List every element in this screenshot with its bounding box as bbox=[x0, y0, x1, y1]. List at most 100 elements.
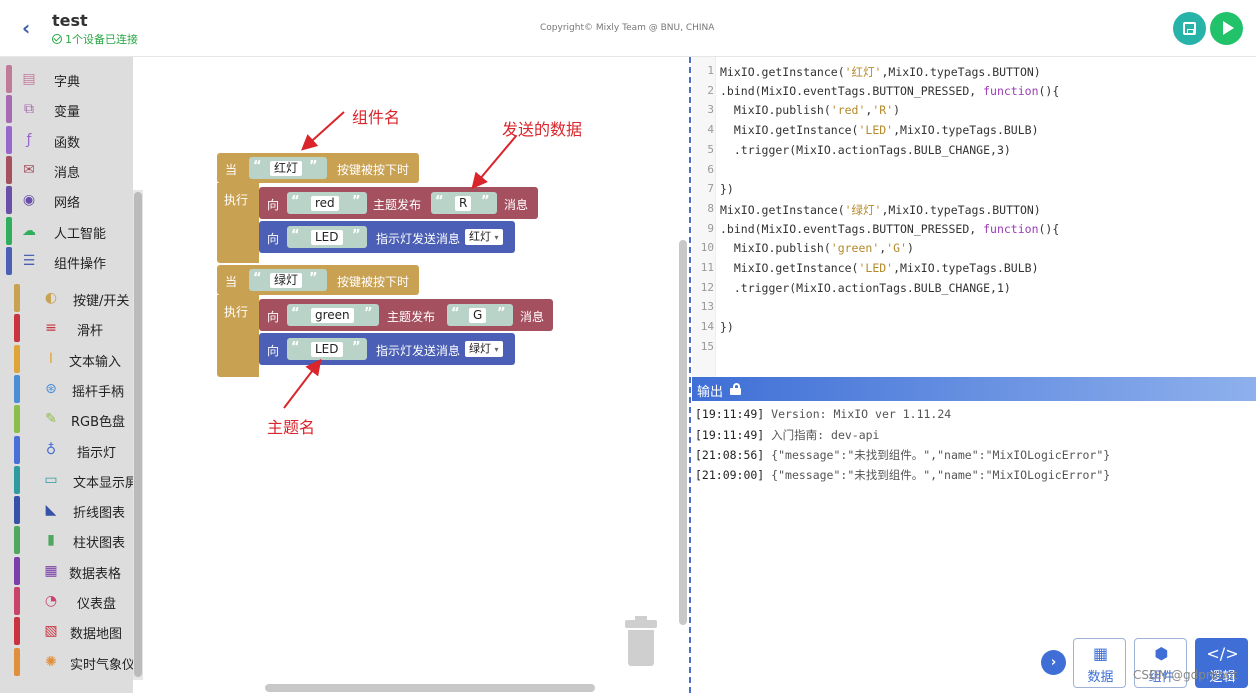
code-line[interactable]: MixIO.publish('red','R') bbox=[720, 103, 900, 117]
list-icon: ☰ bbox=[22, 252, 36, 269]
workspace-horizontal-scrollbar[interactable] bbox=[265, 684, 595, 692]
category-color-bar bbox=[14, 465, 20, 494]
expand-button[interactable]: › bbox=[1041, 650, 1066, 675]
topic-string-block[interactable]: “ green ” bbox=[287, 304, 379, 326]
line-number: 7 bbox=[707, 182, 714, 196]
topic-value[interactable]: green bbox=[311, 308, 354, 323]
code-line[interactable]: MixIO.getInstance('LED',MixIO.typeTags.B… bbox=[720, 261, 1039, 275]
category-color-bar bbox=[14, 617, 20, 646]
bulb-dropdown[interactable]: 红灯 ▾ bbox=[465, 229, 503, 245]
category-color-bar bbox=[14, 526, 20, 555]
toolbox-category-item[interactable]: ⧉ 变量 bbox=[0, 95, 133, 124]
code-line[interactable]: MixIO.publish('green','G') bbox=[720, 241, 914, 255]
code-line[interactable]: MixIO.getInstance('绿灯',MixIO.typeTags.BU… bbox=[720, 202, 1041, 218]
component-name-value[interactable]: 红灯 bbox=[270, 161, 303, 176]
toolbox-component-item[interactable]: ◔ 仪表盘 bbox=[0, 587, 133, 615]
log-time: [21:09:00] bbox=[695, 468, 772, 482]
led-value[interactable]: LED bbox=[311, 230, 343, 245]
publish-block[interactable]: 向 “ red ” 主题发布 “ R ” 消息 bbox=[259, 187, 538, 219]
event-do-body[interactable]: 执行 bbox=[217, 295, 259, 377]
save-button[interactable] bbox=[1173, 12, 1206, 45]
quote-open: “ bbox=[451, 306, 460, 321]
run-button[interactable] bbox=[1210, 12, 1243, 45]
category-color-bar bbox=[14, 284, 20, 312]
led-value[interactable]: LED bbox=[311, 342, 343, 357]
back-button[interactable]: ‹ bbox=[22, 16, 42, 40]
toolbox-component-item[interactable]: ▦ 数据表格 bbox=[0, 556, 133, 585]
code-line[interactable]: MixIO.getInstance('LED',MixIO.typeTags.B… bbox=[720, 123, 1039, 137]
led-string-block[interactable]: “ LED ” bbox=[287, 338, 367, 360]
toolbox-category-item[interactable]: ☰ 组件操作 bbox=[0, 246, 133, 275]
toolbox-component-item[interactable]: ▮ 柱状图表 bbox=[0, 526, 133, 555]
code-line[interactable]: .trigger(MixIO.actionTags.BULB_CHANGE,3) bbox=[720, 143, 1011, 157]
toolbox-component-item[interactable]: ◐ 按键/开关 bbox=[0, 284, 133, 312]
component-name-value[interactable]: 绿灯 bbox=[270, 273, 303, 288]
toolbox-component-item[interactable]: ≡ 滑杆 bbox=[0, 314, 133, 343]
data-string-block[interactable]: “ G ” bbox=[447, 304, 513, 326]
code-line[interactable]: }) bbox=[720, 182, 734, 196]
toolbox-component-item[interactable]: ✺ 实时气象仪 bbox=[0, 647, 133, 676]
quote-close: ” bbox=[497, 306, 506, 321]
toolbox-category-item[interactable]: ☁ 人工智能 bbox=[0, 216, 133, 245]
toolbox-component-label: 数据地图 bbox=[70, 627, 123, 643]
line-number: 4 bbox=[707, 123, 714, 137]
workspace-vertical-scrollbar[interactable] bbox=[679, 240, 687, 625]
toolbox-component-item[interactable]: ◣ 折线图表 bbox=[0, 496, 133, 525]
topic-string-block[interactable]: “ red ” bbox=[287, 192, 367, 214]
data-value[interactable]: R bbox=[455, 196, 472, 211]
log-line: [19:11:49] 入门指南: dev-api bbox=[695, 427, 879, 443]
code-line[interactable]: .bind(MixIO.eventTags.BUTTON_PRESSED, fu… bbox=[720, 222, 1059, 236]
output-title: 输出 bbox=[697, 385, 724, 400]
button-event-block[interactable]: 当 “ 红灯 ” 按键被按下时 bbox=[217, 153, 419, 183]
led-send-block[interactable]: 向 “ LED ” 指示灯发送消息 绿灯 ▾ bbox=[259, 333, 515, 365]
quote-close: ” bbox=[352, 340, 361, 355]
string-block[interactable]: “ 红灯 ” bbox=[249, 157, 327, 179]
code-line[interactable]: }) bbox=[720, 320, 734, 334]
code-editor[interactable]: 1 2 3 4 5 6 7 8 9 10 11 12 13 14 15 MixIO.getInstance(… bbox=[692, 57, 1256, 377]
toolbox-component-item[interactable]: ▭ 文本显示屏 bbox=[0, 465, 133, 494]
toolbox-scroll-thumb[interactable] bbox=[134, 192, 142, 677]
toolbox-component-label: RGB色盘 bbox=[71, 415, 126, 431]
toolbox-scrollbar[interactable] bbox=[133, 190, 143, 680]
quote-open: “ bbox=[253, 271, 262, 286]
log-time: [19:11:49] bbox=[695, 428, 772, 442]
toolbox-component-item[interactable]: ▧ 数据地图 bbox=[0, 617, 133, 646]
event-do-body[interactable]: 执行 bbox=[217, 183, 259, 263]
code-line[interactable]: .trigger(MixIO.actionTags.BULB_CHANGE,1) bbox=[720, 281, 1011, 295]
data-value[interactable]: G bbox=[469, 308, 487, 323]
toolbox-category-item[interactable]: ◉ 网络 bbox=[0, 186, 133, 215]
quote-open: “ bbox=[253, 159, 262, 174]
toolbox-category-item[interactable]: ▤ 字典 bbox=[0, 65, 133, 93]
toolbox-component-item[interactable]: I 文本输入 bbox=[0, 344, 133, 373]
data-string-block[interactable]: “ R ” bbox=[431, 192, 497, 214]
toolbox-component-label: 文本输入 bbox=[69, 354, 122, 370]
trash-can-icon[interactable] bbox=[625, 616, 657, 666]
code-line[interactable]: MixIO.getInstance('红灯',MixIO.typeTags.BU… bbox=[720, 64, 1041, 80]
button-event-block[interactable]: 当 “ 绿灯 ” 按键被按下时 bbox=[217, 265, 419, 295]
toolbox-category-item[interactable]: ƒ 函数 bbox=[0, 125, 133, 154]
bulb-dropdown[interactable]: 绿灯 ▾ bbox=[465, 341, 503, 357]
unlock-icon[interactable] bbox=[730, 383, 741, 395]
code-line[interactable]: .bind(MixIO.eventTags.BUTTON_PRESSED, fu… bbox=[720, 84, 1059, 98]
variable-icon: ⧉ bbox=[24, 101, 34, 118]
led-send-block[interactable]: 向 “ LED ” 指示灯发送消息 红灯 ▾ bbox=[259, 221, 515, 253]
map-icon: ▧ bbox=[44, 623, 58, 640]
toolbox-component-item[interactable]: ♁ 指示灯 bbox=[0, 435, 133, 464]
toolbox-component-label: 折线图表 bbox=[73, 506, 126, 522]
toolbox-component-item[interactable]: ⊛ 摇杆手柄 bbox=[0, 374, 133, 403]
publish-block[interactable]: 向 “ green ” 主题发布 “ G ” 消息 bbox=[259, 299, 553, 331]
panel-divider[interactable] bbox=[689, 57, 691, 693]
play-icon bbox=[1223, 21, 1234, 35]
led-string-block[interactable]: “ LED ” bbox=[287, 226, 367, 248]
toolbox-component-item[interactable]: ✎ RGB色盘 bbox=[0, 405, 133, 434]
quote-close: ” bbox=[309, 159, 318, 174]
string-block[interactable]: “ 绿灯 ” bbox=[249, 269, 327, 291]
tab-data[interactable]: ▦ 数据 bbox=[1073, 638, 1126, 688]
toolbox-category-label: 函数 bbox=[54, 135, 81, 151]
topic-value[interactable]: red bbox=[311, 196, 339, 211]
toolbox-category-label: 网络 bbox=[54, 196, 81, 212]
toolbox-category-item[interactable]: ✉ 消息 bbox=[0, 155, 133, 184]
quote-close: ” bbox=[481, 194, 490, 209]
to-label: 向 bbox=[267, 198, 280, 212]
quote-open: “ bbox=[435, 194, 444, 209]
